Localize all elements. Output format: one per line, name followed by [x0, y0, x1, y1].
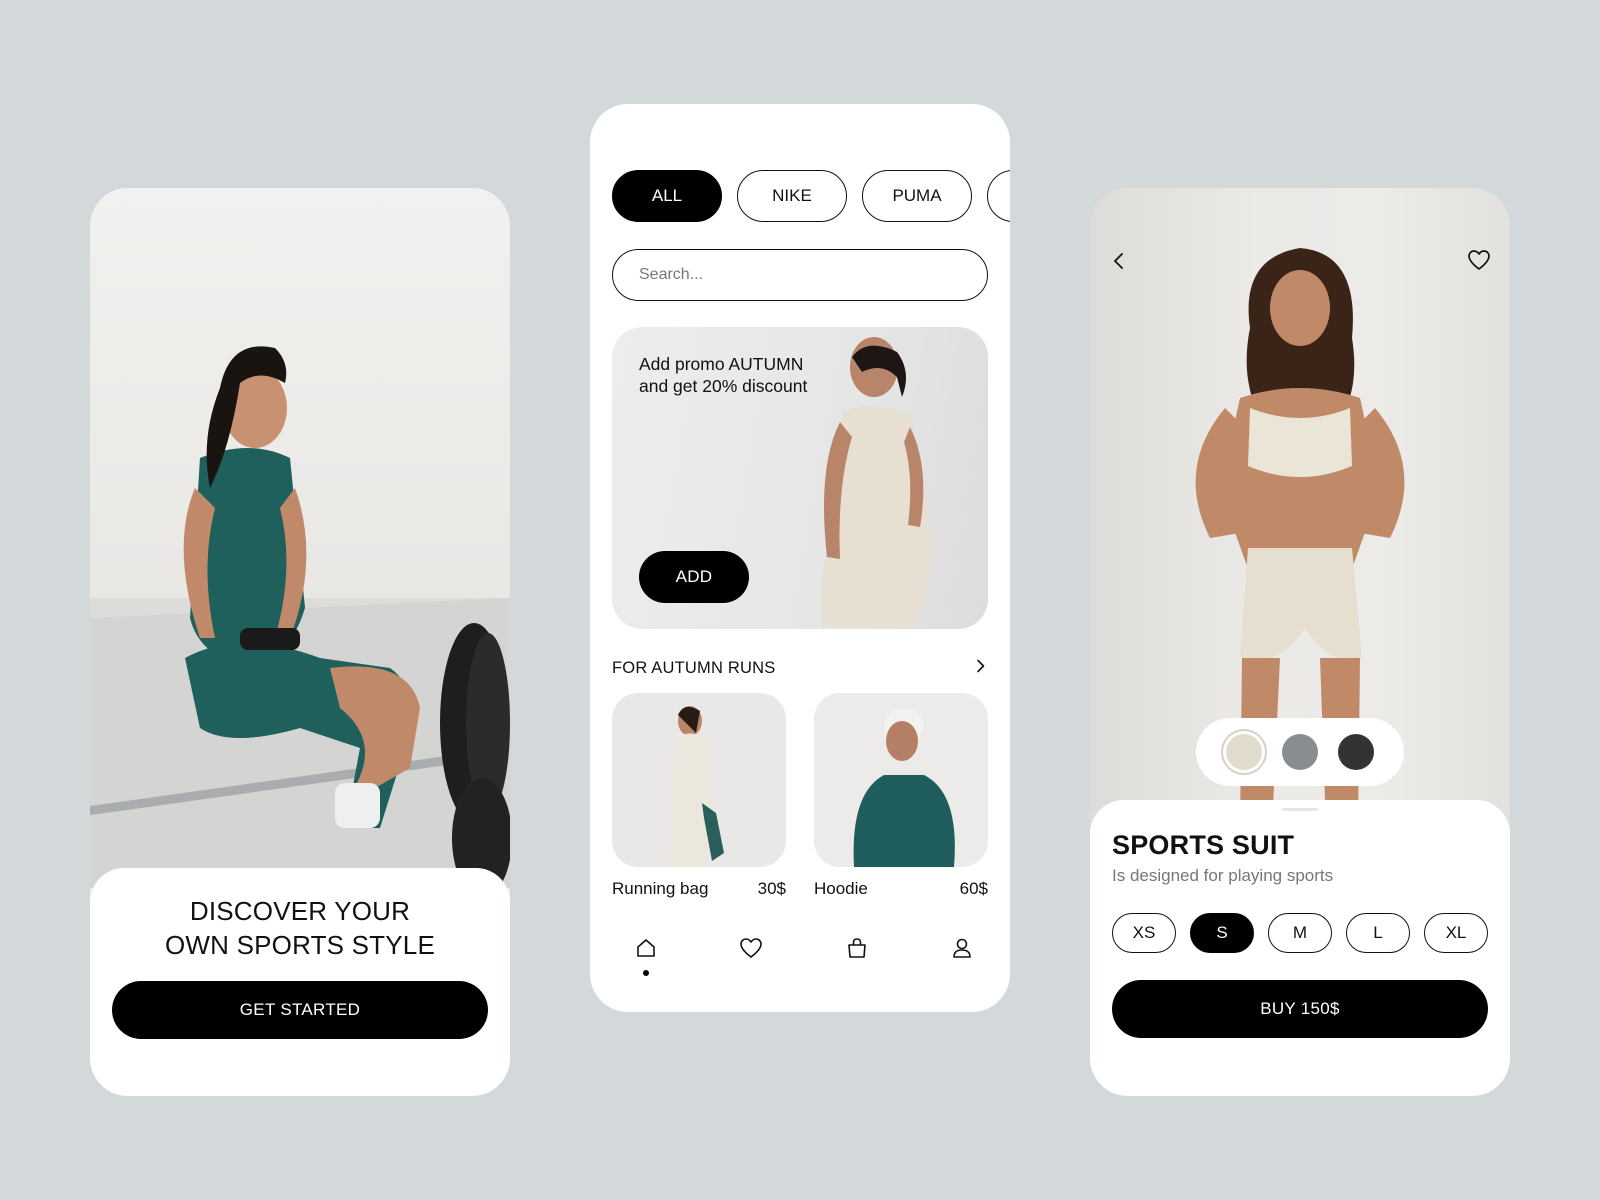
product-price: 60$ — [959, 879, 988, 898]
product-title: SPORTS SUIT — [1112, 830, 1295, 860]
onboarding-card: DISCOVER YOUR OWN SPORTS STYLE GET START… — [90, 868, 510, 1096]
size-s[interactable]: S — [1190, 913, 1254, 953]
chip-more[interactable] — [987, 170, 1010, 222]
chevron-left-icon — [1114, 253, 1123, 269]
size-m[interactable]: M — [1268, 913, 1332, 953]
tab-favorites[interactable] — [737, 934, 765, 962]
heart-icon — [740, 938, 763, 958]
favorite-button[interactable] — [1464, 245, 1494, 275]
section-title: FOR AUTUMN RUNS — [612, 658, 776, 677]
heart-icon — [1468, 250, 1490, 270]
product-image[interactable] — [612, 693, 786, 867]
chip-all[interactable]: ALL — [612, 170, 722, 222]
tab-cart[interactable] — [843, 934, 871, 962]
promo-banner: Add promo AUTUMN and get 20% discount AD… — [612, 327, 988, 629]
product-subtitle: Is designed for playing sports — [1112, 866, 1334, 885]
size-xl[interactable]: XL — [1424, 913, 1488, 953]
bag-icon — [847, 938, 866, 958]
tab-home[interactable] — [632, 934, 660, 976]
size-xs[interactable]: XS — [1112, 913, 1176, 953]
product-list: Running bag 30$ Hoodie 60$ — [612, 693, 988, 899]
product-card[interactable]: Hoodie 60$ — [814, 693, 988, 899]
chevron-right-icon[interactable] — [974, 659, 988, 678]
chip-puma[interactable]: PUMA — [862, 170, 972, 222]
section-header: FOR AUTUMN RUNS — [612, 656, 988, 680]
tab-profile[interactable] — [948, 934, 976, 962]
onboarding-screen: DISCOVER YOUR OWN SPORTS STYLE GET START… — [90, 188, 510, 1096]
size-selector: XS S M L XL — [1112, 913, 1488, 953]
shop-screen: ALL NIKE PUMA Add promo AUTUMN and get 20%… — [590, 104, 1010, 1012]
color-selector — [1196, 718, 1404, 786]
chip-nike[interactable]: NIKE — [737, 170, 847, 222]
search-input[interactable] — [612, 249, 988, 301]
hero-photo — [90, 188, 510, 888]
home-icon — [637, 939, 655, 957]
tab-bar — [612, 934, 988, 976]
profile-icon — [953, 938, 971, 958]
active-tab-indicator — [643, 970, 649, 976]
product-price: 30$ — [757, 879, 786, 898]
back-button[interactable] — [1104, 246, 1134, 276]
promo-text: Add promo AUTUMN and get 20% discount — [639, 354, 808, 396]
onboarding-title: DISCOVER YOUR OWN SPORTS STYLE — [165, 896, 435, 960]
buy-button[interactable]: BUY 150$ — [1112, 980, 1488, 1038]
athlete-illustration — [90, 346, 510, 888]
product-card[interactable]: Running bag 30$ — [612, 693, 786, 899]
color-swatch-cream[interactable] — [1226, 734, 1262, 770]
color-swatch-charcoal[interactable] — [1338, 734, 1374, 770]
product-detail-screen: SPORTS SUIT Is designed for playing spor… — [1090, 188, 1510, 1096]
brand-filter-chips: ALL NIKE PUMA — [612, 170, 1010, 222]
size-l[interactable]: L — [1346, 913, 1410, 953]
sheet-grabber[interactable] — [1282, 808, 1318, 811]
product-info-sheet: SPORTS SUIT Is designed for playing spor… — [1090, 800, 1510, 1096]
product-name: Running bag — [612, 879, 709, 898]
color-swatch-grey[interactable] — [1282, 734, 1318, 770]
product-image[interactable] — [814, 693, 988, 867]
product-name: Hoodie — [814, 879, 868, 898]
get-started-button[interactable]: GET STARTED — [112, 981, 488, 1039]
promo-add-button[interactable]: ADD — [639, 551, 749, 603]
